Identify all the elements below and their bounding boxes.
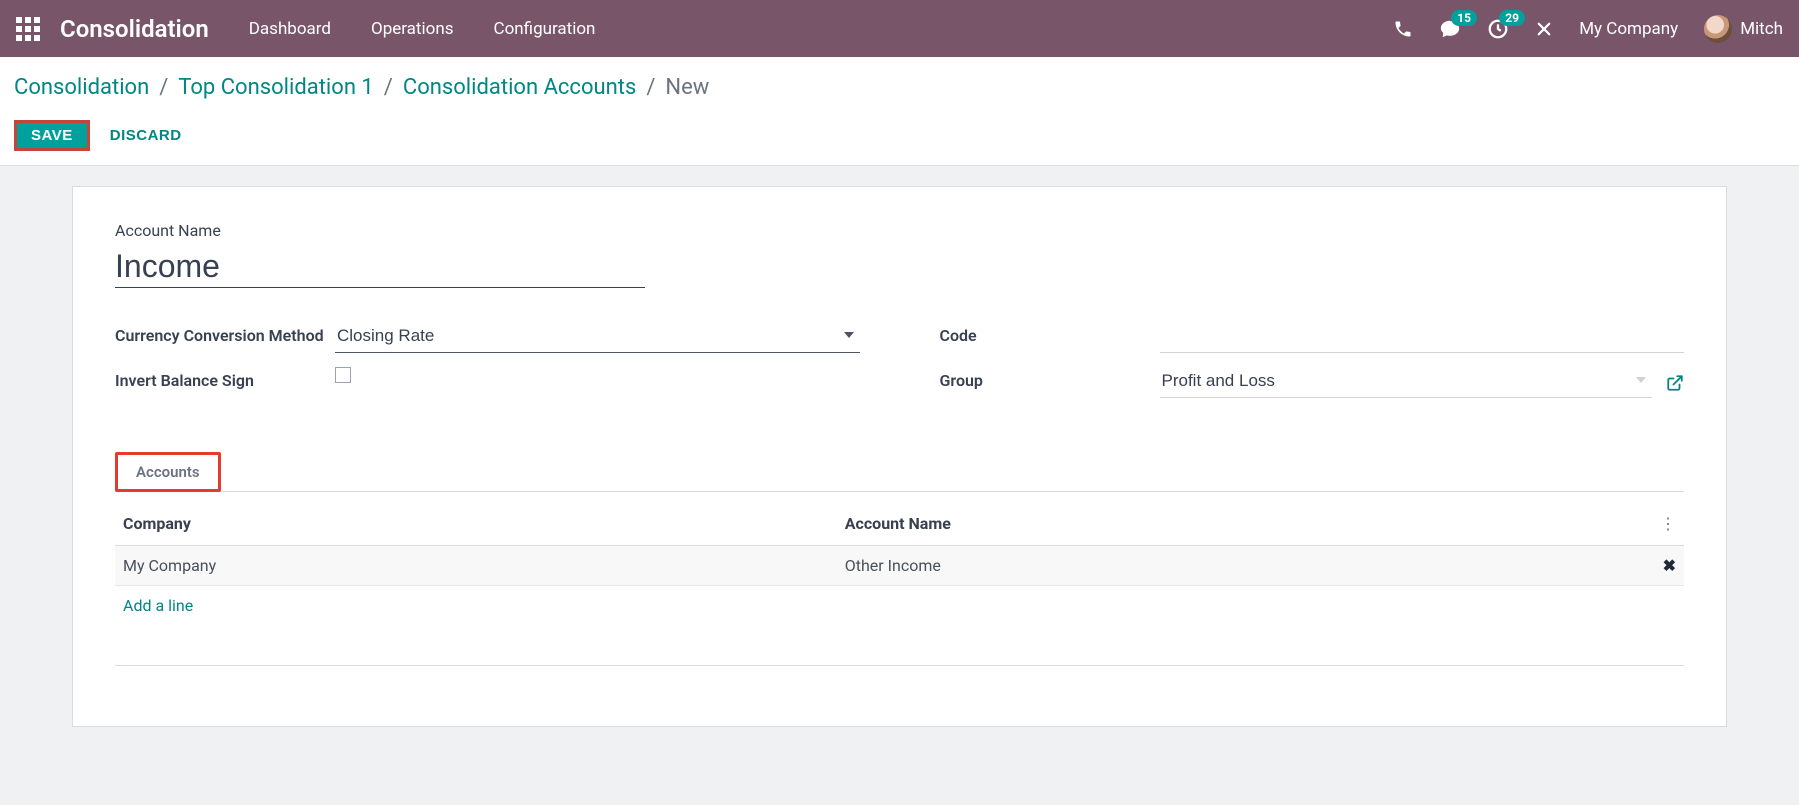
user-menu[interactable]: Mitch [1704, 15, 1783, 43]
currency-method-label: Currency Conversion Method [115, 322, 335, 345]
code-control[interactable] [1160, 322, 1685, 353]
breadcrumb-top-consolidation[interactable]: Top Consolidation 1 [178, 75, 373, 100]
accounts-table: Company Account Name ⋮ My Company Other … [115, 502, 1684, 666]
activities-icon[interactable]: 29 [1487, 18, 1509, 40]
add-line-label[interactable]: Add a line [115, 586, 1684, 626]
group-select[interactable] [1160, 367, 1653, 398]
group-label: Group [940, 367, 1160, 390]
nav-configuration[interactable]: Configuration [494, 19, 596, 39]
save-button[interactable]: SAVE [14, 120, 90, 151]
breadcrumb-sep: / [159, 75, 168, 100]
activities-badge: 29 [1499, 10, 1525, 26]
table-header-row: Company Account Name ⋮ [115, 502, 1684, 546]
invert-balance-label: Invert Balance Sign [115, 367, 335, 390]
messages-icon[interactable]: 15 [1439, 18, 1461, 40]
delete-row-icon[interactable]: ✖ [1652, 546, 1684, 586]
external-link-icon[interactable] [1666, 374, 1684, 392]
form-wrap: Account Name Currency Conversion Method … [0, 166, 1799, 747]
action-row: SAVE DISCARD [14, 120, 1785, 151]
col-account-name[interactable]: Account Name [837, 502, 1652, 546]
tab-accounts[interactable]: Accounts [115, 452, 221, 492]
add-line-row[interactable]: Add a line [115, 586, 1684, 626]
right-col: Code Group [940, 322, 1685, 412]
invert-balance-checkbox[interactable] [335, 367, 351, 383]
group-control [1160, 367, 1685, 398]
left-col: Currency Conversion Method Invert Balanc… [115, 322, 860, 412]
chevron-down-icon [844, 332, 854, 338]
currency-method-select[interactable] [335, 322, 860, 353]
breadcrumb-sep: / [384, 75, 393, 100]
group-row: Group [940, 367, 1685, 398]
company-selector[interactable]: My Company [1579, 19, 1678, 39]
code-row: Code [940, 322, 1685, 353]
fields-two-col: Currency Conversion Method Invert Balanc… [115, 322, 1684, 412]
invert-balance-row: Invert Balance Sign [115, 367, 860, 390]
breadcrumb-current: New [665, 75, 709, 100]
chevron-down-icon [1636, 377, 1646, 383]
messages-badge: 15 [1451, 10, 1477, 26]
account-name-label: Account Name [115, 221, 1684, 240]
user-name: Mitch [1740, 19, 1783, 39]
currency-method-control[interactable] [335, 322, 860, 353]
close-icon[interactable] [1535, 20, 1553, 38]
cell-company: My Company [115, 546, 837, 586]
subheader: Consolidation / Top Consolidation 1 / Co… [0, 57, 1799, 166]
nav-links: Dashboard Operations Configuration [249, 19, 596, 39]
nav-operations[interactable]: Operations [371, 19, 454, 39]
code-label: Code [940, 322, 1160, 345]
apps-menu-icon[interactable] [16, 17, 40, 41]
breadcrumb-sep: / [646, 75, 655, 100]
breadcrumb-accounts[interactable]: Consolidation Accounts [403, 75, 636, 100]
table-row[interactable]: My Company Other Income ✖ [115, 546, 1684, 586]
column-options-icon[interactable]: ⋮ [1652, 502, 1684, 546]
topbar: Consolidation Dashboard Operations Confi… [0, 0, 1799, 57]
account-name-input[interactable] [115, 246, 645, 288]
avatar [1704, 15, 1732, 43]
table-spacer [115, 625, 1684, 665]
cell-account-name: Other Income [837, 546, 1652, 586]
discard-button[interactable]: DISCARD [110, 127, 182, 144]
code-input[interactable] [1160, 322, 1685, 353]
breadcrumb-consolidation[interactable]: Consolidation [14, 75, 149, 100]
topbar-right: 15 29 My Company Mitch [1393, 15, 1783, 43]
nav-dashboard[interactable]: Dashboard [249, 19, 331, 39]
phone-icon[interactable] [1393, 19, 1413, 39]
col-company[interactable]: Company [115, 502, 837, 546]
form-card: Account Name Currency Conversion Method … [72, 186, 1727, 727]
app-title[interactable]: Consolidation [60, 15, 209, 43]
tabs: Accounts [115, 452, 1684, 492]
breadcrumb: Consolidation / Top Consolidation 1 / Co… [14, 75, 1785, 100]
invert-balance-control [335, 367, 860, 383]
currency-method-row: Currency Conversion Method [115, 322, 860, 353]
